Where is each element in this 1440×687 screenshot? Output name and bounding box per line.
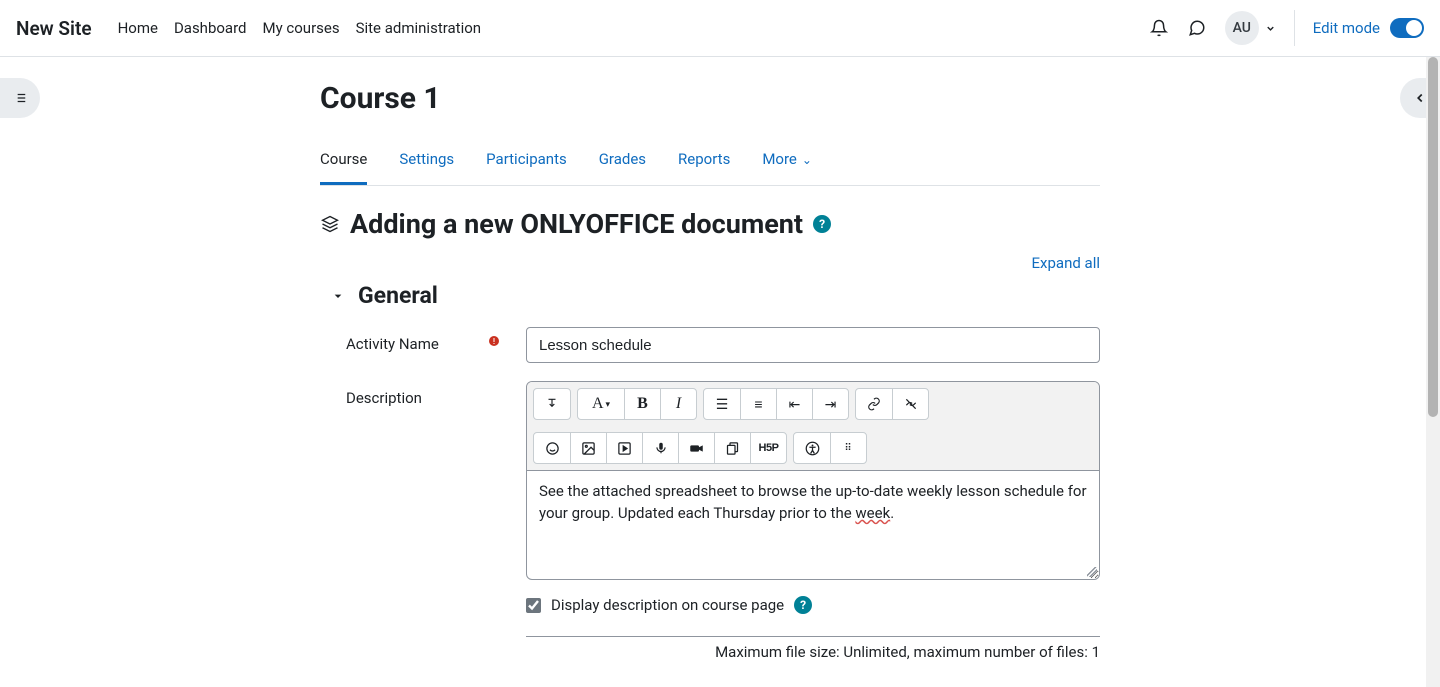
toolbar-italic-icon[interactable]: I xyxy=(660,389,696,419)
toolbar-emoji-icon[interactable] xyxy=(534,433,570,463)
toolbar-accessibility-icon[interactable] xyxy=(794,433,830,463)
toolbar-media-icon[interactable] xyxy=(606,433,642,463)
toolbar-bullet-list-icon[interactable]: ☰ xyxy=(704,389,740,419)
toolbar-unlink-icon[interactable] xyxy=(892,389,928,419)
toolbar-record-video-icon[interactable] xyxy=(678,433,714,463)
toolbar-image-icon[interactable] xyxy=(570,433,606,463)
tab-reports[interactable]: Reports xyxy=(678,140,730,185)
page-subtitle: Adding a new ONLYOFFICE document xyxy=(350,208,803,240)
rich-text-editor: A▾ B I ☰ ≡ ⇤ ⇥ xyxy=(526,381,1100,580)
nav-dashboard[interactable]: Dashboard xyxy=(174,19,247,37)
tab-course[interactable]: Course xyxy=(320,140,367,185)
page-subtitle-row: Adding a new ONLYOFFICE document ? xyxy=(320,208,1100,240)
toolbar-screenreader-icon[interactable]: ⠿ xyxy=(830,433,866,463)
required-icon xyxy=(488,335,500,347)
toolbar-h5p-icon[interactable]: H5P xyxy=(750,433,786,463)
toolbar-indent-icon[interactable]: ⇥ xyxy=(812,389,848,419)
toolbar-bold-icon[interactable]: B xyxy=(624,389,660,419)
avatar: AU xyxy=(1225,11,1259,45)
user-menu[interactable]: AU xyxy=(1225,11,1276,45)
edit-mode-toggle[interactable] xyxy=(1390,18,1424,38)
site-brand[interactable]: New Site xyxy=(16,17,92,40)
scrollbar-thumb[interactable] xyxy=(1428,57,1438,417)
display-on-course-row: Display description on course page ? xyxy=(526,596,1100,614)
toolbar-link-icon[interactable] xyxy=(856,389,892,419)
toolbar-paragraph-style[interactable]: A▾ xyxy=(578,389,624,419)
activity-name-input[interactable] xyxy=(526,327,1100,363)
course-tabs: Course Settings Participants Grades Repo… xyxy=(320,140,1100,186)
open-course-index-button[interactable] xyxy=(0,78,40,118)
tab-more[interactable]: More ⌄ xyxy=(762,140,812,185)
chevron-down-icon xyxy=(1265,23,1276,34)
toolbar-manage-files-icon[interactable] xyxy=(714,433,750,463)
help-icon[interactable]: ? xyxy=(794,596,812,614)
description-label: Description xyxy=(346,389,422,407)
scrollbar[interactable] xyxy=(1426,57,1440,687)
toolbar-outdent-icon[interactable]: ⇤ xyxy=(776,389,812,419)
section-general-title: General xyxy=(358,282,438,309)
main-content: Course 1 Course Settings Participants Gr… xyxy=(320,57,1100,661)
messages-icon[interactable] xyxy=(1187,18,1207,38)
toolbar-number-list-icon[interactable]: ≡ xyxy=(740,389,776,419)
notifications-icon[interactable] xyxy=(1149,18,1169,38)
editor-toolbar: A▾ B I ☰ ≡ ⇤ ⇥ xyxy=(527,382,1099,471)
help-icon[interactable]: ? xyxy=(813,215,831,233)
row-description: Description A▾ B I ☰ ≡ ⇤ xyxy=(320,381,1100,661)
edit-mode-control: Edit mode xyxy=(1313,18,1424,38)
resize-handle[interactable] xyxy=(1087,567,1097,577)
row-activity-name: Activity Name xyxy=(320,327,1100,363)
display-on-course-checkbox[interactable] xyxy=(526,598,541,613)
tab-participants[interactable]: Participants xyxy=(486,140,567,185)
nav-mycourses[interactable]: My courses xyxy=(262,19,339,37)
chevron-down-icon xyxy=(330,288,346,304)
expand-all-link[interactable]: Expand all xyxy=(320,254,1100,272)
toolbar-record-audio-icon[interactable] xyxy=(642,433,678,463)
top-navbar: New Site Home Dashboard My courses Site … xyxy=(0,0,1440,57)
divider xyxy=(1294,10,1295,46)
navbar-right: AU Edit mode xyxy=(1149,10,1424,46)
toolbar-expand-icon[interactable] xyxy=(534,389,570,419)
section-general-header[interactable]: General xyxy=(320,282,1100,309)
tab-settings[interactable]: Settings xyxy=(399,140,454,185)
nav-home[interactable]: Home xyxy=(118,19,158,37)
display-on-course-label: Display description on course page xyxy=(551,596,784,614)
activity-type-icon xyxy=(320,214,340,234)
course-title: Course 1 xyxy=(320,81,1100,116)
description-textarea[interactable]: See the attached spreadsheet to browse t… xyxy=(527,471,1099,579)
nav-siteadmin[interactable]: Site administration xyxy=(356,19,481,37)
activity-name-label: Activity Name xyxy=(346,335,439,353)
primary-nav: Home Dashboard My courses Site administr… xyxy=(118,19,482,37)
tab-grades[interactable]: Grades xyxy=(599,140,646,185)
file-limits-text: Maximum file size: Unlimited, maximum nu… xyxy=(526,636,1100,661)
edit-mode-label: Edit mode xyxy=(1313,19,1380,37)
